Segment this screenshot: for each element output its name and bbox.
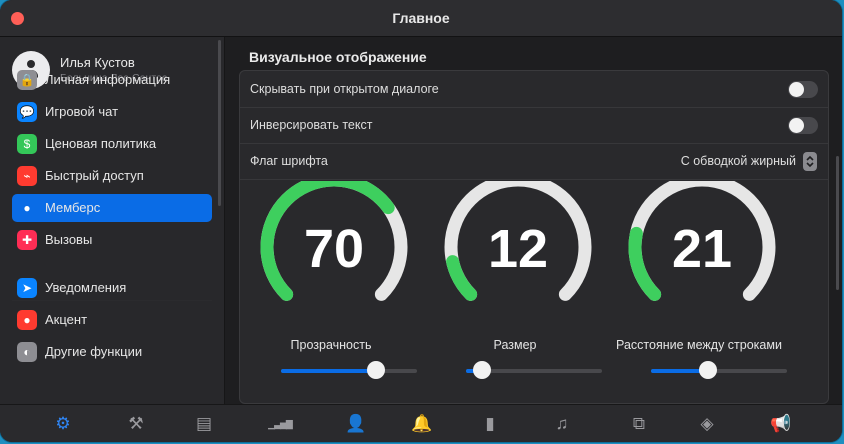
bottom-tab-bar: ⚙ ⚒ ▤ ▁▃▅▇ 👤 🔔 ▮ ♫ ⧉ ◈ 📢: [0, 404, 842, 442]
sidebar-item-2[interactable]: $ Ценовая политика: [12, 130, 212, 158]
slider-thumb[interactable]: [473, 361, 492, 379]
gauge-value-transparency: 70: [304, 219, 364, 279]
gauge-label-transparency: Прозрачность: [290, 338, 372, 352]
music-note-icon[interactable]: ♫: [549, 412, 575, 436]
sidebar-item-label: Другие функции: [45, 344, 143, 359]
signal-bars-icon[interactable]: ▁▃▅▇: [267, 412, 293, 436]
sidebar-item-label: Акцент: [45, 312, 88, 327]
window-title: Главное: [392, 10, 450, 26]
slider-thumb[interactable]: [699, 361, 718, 379]
sidebar-item-label: Мемберс: [45, 200, 101, 215]
book-icon[interactable]: ▤: [191, 412, 217, 436]
sidebar-item-4[interactable]: ● Мемберс: [12, 194, 212, 222]
main-window: Главное Илья Кустов Больница Лос-Сантос …: [0, 0, 842, 442]
sidebar: Илья Кустов Больница Лос-Сантос 🔒 Личная …: [0, 37, 225, 404]
slider-size[interactable]: [466, 361, 602, 379]
money-stack-icon: $: [17, 134, 37, 154]
slider-line-spacing[interactable]: [651, 361, 787, 379]
bell-icon[interactable]: 🔔: [409, 412, 435, 436]
sidebar-item-8[interactable]: ◐ Другие функции: [12, 338, 212, 366]
toggle-icon: ◐: [17, 342, 37, 362]
gauge-value-line-spacing: 21: [672, 219, 732, 279]
bar-chart-icon[interactable]: ▮: [477, 412, 503, 436]
content-scrollbar[interactable]: [836, 156, 839, 290]
setting-label: Инверсировать текст: [250, 118, 373, 132]
sidebar-item-3[interactable]: ⌁ Быстрый доступ: [12, 162, 212, 190]
setting-row-font-flag: Флаг шрифта С обводкой жирный: [240, 143, 828, 180]
slider-thumb[interactable]: [367, 361, 386, 379]
invert-text-toggle[interactable]: [788, 117, 818, 134]
sidebar-divider: [12, 300, 212, 301]
lock-icon: 🔒: [17, 70, 37, 90]
setting-row-invert-text: Инверсировать текст: [240, 107, 828, 144]
sidebar-item-label: Личная информация: [45, 72, 171, 87]
add-person-icon[interactable]: 👤: [343, 412, 369, 436]
font-flag-select[interactable]: С обводкой жирный: [681, 154, 796, 168]
person-icon: ●: [17, 198, 37, 218]
section-title: Визуальное отображение: [249, 49, 427, 65]
ambulance-icon: ✚: [17, 230, 37, 250]
sidebar-item-label: Быстрый доступ: [45, 168, 144, 183]
sidebar-item-0[interactable]: 🔒 Личная информация: [12, 66, 212, 94]
sidebar-item-label: Вызовы: [45, 232, 93, 247]
main-content: Визуальное отображение Скрывать при откр…: [225, 37, 842, 404]
setting-label: Скрывать при открытом диалоге: [250, 82, 439, 96]
rss-icon: ⌁: [17, 166, 37, 186]
sidebar-item-6[interactable]: ➤ Уведомления: [12, 274, 212, 302]
sidebar-item-label: Игровой чат: [45, 104, 119, 119]
settings-panel: Скрывать при открытом диалоге Инверсиров…: [239, 70, 829, 404]
setting-row-hide-on-dialog: Скрывать при открытом диалоге: [240, 71, 828, 108]
font-flag-stepper[interactable]: [803, 152, 817, 171]
gear-icon[interactable]: ⚙: [50, 412, 76, 436]
sidebar-item-label: Уведомления: [45, 280, 127, 295]
megaphone-icon[interactable]: 📢: [768, 412, 794, 436]
gauge-fill-line-spacing: [628, 226, 662, 301]
crop-icon[interactable]: ⧉: [626, 412, 652, 436]
chat-bubble-icon: 💬: [17, 102, 37, 122]
gauge-value-size: 12: [488, 219, 548, 279]
sidebar-item-label: Ценовая политика: [45, 136, 157, 151]
gauge-label-size: Размер: [493, 338, 537, 352]
gauge-label-line-spacing: Расстояние между строками: [616, 338, 782, 352]
hide-on-dialog-toggle[interactable]: [788, 81, 818, 98]
cube-icon[interactable]: ◈: [694, 412, 720, 436]
setting-label: Флаг шрифта: [250, 154, 328, 168]
sidebar-scrollbar[interactable]: [218, 40, 221, 206]
slider-transparency[interactable]: [281, 361, 417, 379]
gauges-area: 70 12 21: [260, 181, 776, 301]
hammer-icon[interactable]: ⚒: [123, 412, 149, 436]
sidebar-item-5[interactable]: ✚ Вызовы: [12, 226, 212, 254]
title-bar: Главное: [0, 0, 842, 37]
paper-plane-icon: ➤: [17, 278, 37, 298]
gauge-fill-size: [446, 255, 478, 301]
sidebar-item-1[interactable]: 💬 Игровой чат: [12, 98, 212, 126]
palette-icon: ●: [17, 310, 37, 330]
chevron-up-down-icon: [806, 155, 814, 168]
sidebar-item-7[interactable]: ● Акцент: [12, 306, 212, 334]
